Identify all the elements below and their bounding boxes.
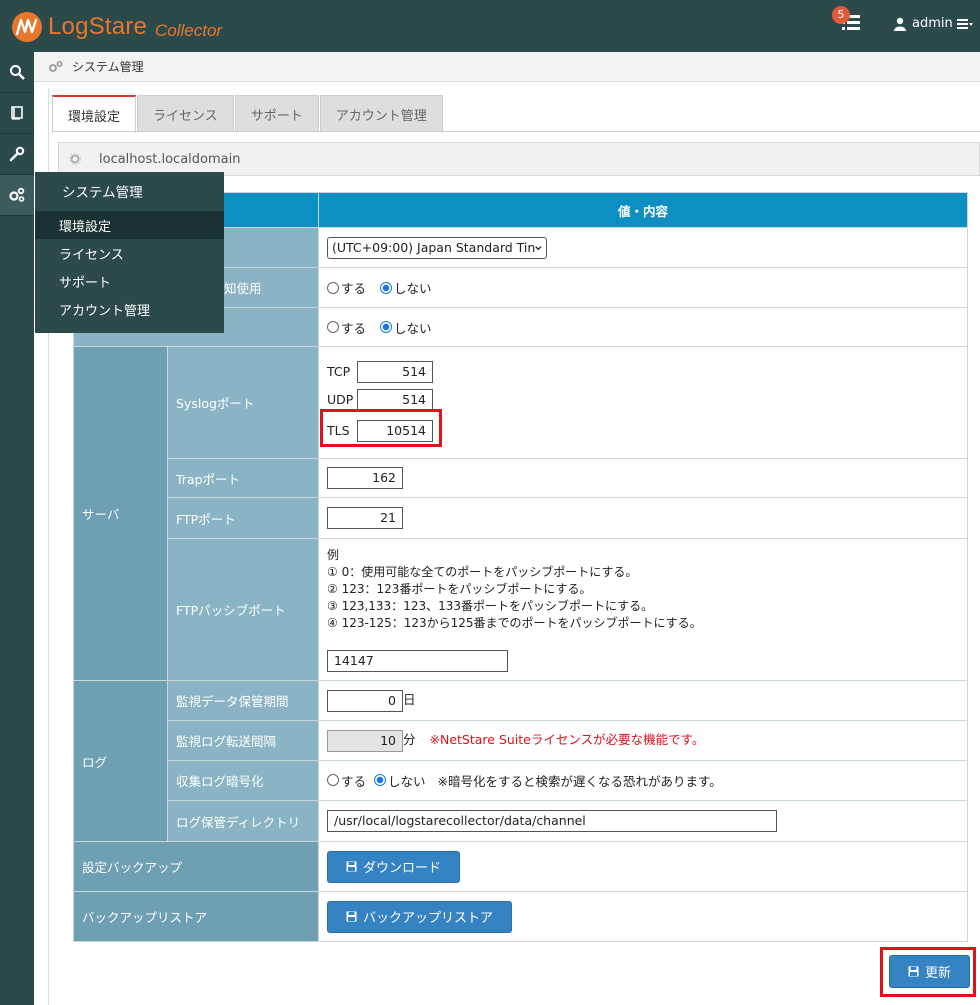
- encrypt-label: 収集ログ暗号化: [167, 760, 319, 801]
- breadcrumb-title: システム管理: [72, 60, 144, 74]
- rail-search[interactable]: [0, 52, 34, 93]
- save-icon: [346, 911, 357, 922]
- ftp-passive-label: FTPパッシブポート: [167, 538, 319, 681]
- ftp-passive-value: 例 ① 0：使用可能な全てのポートをパッシブポートにする。 ② 123：123番…: [318, 538, 968, 681]
- tab-environment[interactable]: 環境設定: [52, 95, 137, 133]
- logo-mark-icon: [12, 12, 42, 42]
- flyout-item-license[interactable]: ライセンス: [35, 239, 224, 267]
- gear-icon: [69, 153, 81, 165]
- flyout-item-support[interactable]: サポート: [35, 267, 224, 295]
- trap-port-input[interactable]: 162: [327, 467, 403, 489]
- user-icon: [894, 17, 906, 31]
- rail-system[interactable]: [0, 175, 34, 216]
- timezone-selected: (UTC+09:00) Japan Standard Tin: [332, 240, 536, 255]
- row-notify-value: する しない: [318, 267, 968, 308]
- syslog-port-label: Syslogポート: [167, 346, 319, 459]
- rail-tools[interactable]: [0, 134, 34, 175]
- restore-button[interactable]: バックアップリストア: [327, 900, 513, 933]
- book-icon: [11, 106, 23, 120]
- row-timezone-value: (UTC+09:00) Japan Standard Tin: [318, 227, 968, 268]
- tabs-divider: [52, 131, 980, 132]
- ftp-port-input[interactable]: 21: [327, 507, 403, 529]
- log-dir-label: ログ保管ディレクトリ: [167, 800, 319, 842]
- trap-port-label: Trapポート: [167, 458, 319, 498]
- log-group-label: ログ: [73, 680, 168, 842]
- log-dir-input[interactable]: /usr/local/logstarecollector/data/channe…: [327, 810, 777, 832]
- radio-label: しない: [394, 320, 432, 336]
- radio-label: しない: [394, 281, 432, 296]
- radio-label: する: [341, 320, 367, 336]
- host-bar: localhost.localdomain: [58, 142, 980, 176]
- tcp-port-input[interactable]: 514: [357, 360, 433, 383]
- option-yes-radio[interactable]: する: [327, 318, 366, 337]
- breadcrumb: システム管理: [34, 52, 980, 82]
- top-bar: LogStare Collector 5 admin: [0, 0, 980, 52]
- tab-license[interactable]: ライセンス: [137, 95, 234, 132]
- tcp-label: TCP: [327, 364, 351, 379]
- ftp-passive-examples: 例 ① 0：使用可能な全てのポートをパッシブポートにする。 ② 123：123番…: [327, 547, 959, 632]
- encrypt-note: ※暗号化をすると検索が遅くなる恐れがあります。: [437, 774, 722, 790]
- monitor-retention-label: 監視データ保管期間: [167, 680, 319, 721]
- notification-badge: 5: [832, 6, 850, 24]
- user-menu[interactable]: admin: [894, 16, 973, 31]
- header-value: 値・内容: [318, 192, 968, 228]
- left-rail: [0, 52, 34, 1005]
- logo-subtext: Collector: [155, 21, 223, 40]
- tab-bar: 環境設定 ライセンス サポート アカウント管理: [52, 95, 444, 133]
- encrypt-no-radio[interactable]: しない: [374, 771, 426, 790]
- restore-button-label: バックアップリストア: [363, 911, 494, 926]
- logo[interactable]: LogStare Collector: [12, 11, 222, 43]
- menu-icon: [956, 18, 973, 29]
- radio-label: する: [341, 281, 367, 296]
- flyout-item-account[interactable]: アカウント管理: [35, 295, 224, 323]
- logo-text: LogStare: [48, 13, 148, 40]
- update-button[interactable]: 更新: [889, 955, 971, 988]
- backup-label: 設定バックアップ: [73, 841, 319, 892]
- example-line: 例: [327, 548, 340, 562]
- notify-yes-radio[interactable]: する: [327, 278, 366, 297]
- ftp-passive-input[interactable]: 14147: [327, 650, 508, 672]
- encrypt-yes-radio[interactable]: する: [327, 771, 366, 790]
- chevron-down-icon: [535, 245, 542, 250]
- wrench-icon: [9, 146, 25, 162]
- flyout-title: システム管理: [62, 185, 143, 201]
- udp-port-input[interactable]: 514: [357, 388, 433, 411]
- notification-button[interactable]: 5: [832, 6, 864, 36]
- radio-label: する: [341, 773, 367, 789]
- day-unit: 日: [403, 692, 416, 708]
- gears-icon: [49, 60, 63, 72]
- flyout-item-environment[interactable]: 環境設定: [35, 211, 224, 239]
- ftp-port-label: FTPポート: [167, 497, 319, 539]
- tab-support[interactable]: サポート: [234, 95, 319, 132]
- download-button[interactable]: ダウンロード: [327, 850, 461, 883]
- minute-unit: 分: [403, 732, 416, 748]
- user-name: admin: [912, 16, 953, 31]
- gears-icon: [9, 187, 25, 202]
- host-name: localhost.localdomain: [99, 151, 241, 167]
- save-icon: [346, 861, 357, 872]
- restore-label: バックアップリストア: [73, 891, 319, 942]
- save-icon: [908, 966, 919, 977]
- option-no-radio[interactable]: しない: [380, 318, 432, 337]
- update-button-label: 更新: [925, 966, 952, 981]
- monitor-retention-input[interactable]: 0: [327, 689, 403, 712]
- notify-no-radio[interactable]: しない: [380, 278, 432, 297]
- example-line: ② 123：123番ポートをパッシブポートにする。: [327, 582, 592, 596]
- monitor-transfer-input: 10: [327, 729, 403, 752]
- radio-label: しない: [388, 773, 426, 789]
- monitor-transfer-label: 監視ログ転送間隔: [167, 720, 319, 761]
- example-line: ① 0：使用可能な全てのポートをパッシブポートにする。: [327, 565, 638, 579]
- license-warning: ※NetStare Suiteライセンスが必要な機能です。: [429, 732, 705, 748]
- rail-book[interactable]: [0, 93, 34, 134]
- search-icon: [10, 65, 25, 80]
- timezone-select[interactable]: (UTC+09:00) Japan Standard Tin: [327, 236, 547, 259]
- example-line: ④ 123-125：123から125番までのポートをパッシブポートにする。: [327, 616, 702, 630]
- highlight-tls: [320, 409, 442, 447]
- server-group-label: サーバ: [73, 346, 168, 681]
- udp-label: UDP: [327, 392, 354, 407]
- example-line: ③ 123,133：123、133番ポートをパッシブポートにする。: [327, 599, 654, 613]
- tab-account[interactable]: アカウント管理: [319, 95, 443, 132]
- row-option-value: する しない: [318, 307, 968, 347]
- download-button-label: ダウンロード: [363, 861, 442, 876]
